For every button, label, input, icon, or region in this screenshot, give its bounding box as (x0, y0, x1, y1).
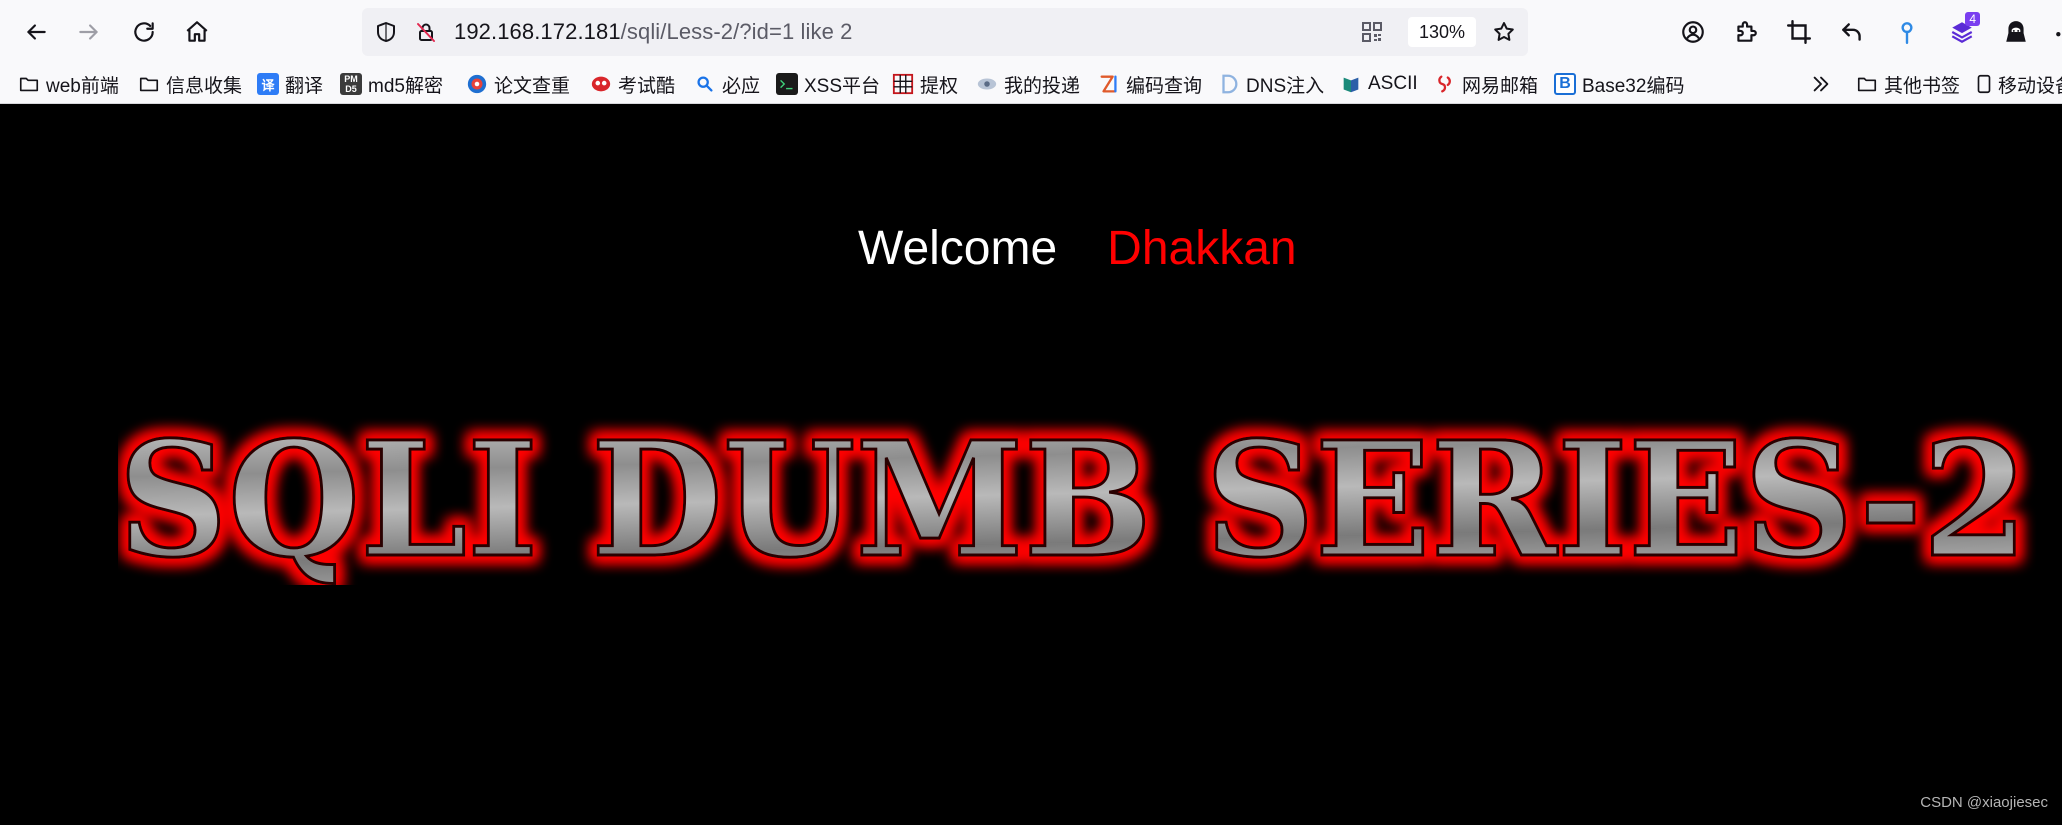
url-path: /sqli/Less-2/?id=1 like 2 (620, 19, 853, 44)
bookmark-info-collection[interactable]: 信息收集 (138, 70, 242, 98)
tracking-shield-icon[interactable] (372, 18, 400, 46)
insecure-lock-icon[interactable] (412, 18, 440, 46)
bookmark-label: DNS注入 (1246, 75, 1325, 97)
bookmark-base32[interactable]: B Base32编码 (1554, 70, 1684, 98)
folder-icon (18, 73, 40, 95)
bookmarks-overflow-button[interactable] (1810, 70, 1838, 98)
grid-icon (892, 73, 914, 95)
undo-arrow-icon (1842, 23, 1861, 41)
extension-badge: 4 (1965, 12, 1980, 26)
forward-arrow-icon (79, 24, 98, 40)
bookmarks-toolbar: web前端 信息收集 译 翻译 PM D5 md5解密 论文查重 考试酷 必应 X… (0, 64, 2062, 104)
home-button[interactable] (179, 14, 215, 50)
folder-icon (138, 73, 160, 95)
url-text[interactable]: 192.168.172.181/sqli/Less-2/?id=1 like 2 (454, 19, 852, 45)
bookmark-label: web前端 (46, 75, 119, 97)
welcome-word: Welcome (858, 222, 1058, 275)
search-icon (694, 73, 716, 95)
home-icon (186, 21, 208, 42)
bookmark-bing[interactable]: 必应 (694, 70, 760, 98)
bookmark-label: 提权 (920, 75, 959, 97)
mobile-device-icon (1976, 73, 1992, 95)
hacker-extension-icon (2006, 21, 2026, 42)
qr-code-icon[interactable] (1358, 18, 1386, 46)
bookmark-label: md5解密 (368, 75, 443, 97)
crop-icon (1786, 19, 1812, 45)
ascii-icon (1340, 73, 1362, 95)
bookmark-label: 网易邮箱 (1462, 75, 1539, 97)
extensions-button[interactable] (1728, 14, 1764, 50)
sqli-dumb-series-banner: SQLI DUMB SERIES-2 (118, 407, 2030, 586)
bookmark-label: 翻译 (285, 75, 324, 97)
bookmark-label: 考试酷 (618, 75, 676, 97)
navigation-toolbar: 192.168.172.181/sqli/Less-2/?id=1 like 2… (0, 0, 2062, 64)
folder-icon (1856, 73, 1878, 95)
bookmark-my-delivery[interactable]: 我的投递 (976, 70, 1080, 98)
bookmark-label: ASCII (1368, 73, 1418, 94)
page-content: Welcome Dhakkan SQLI DUMB SERIES-2 CSDN … (0, 105, 2062, 825)
address-bar[interactable]: 192.168.172.181/sqli/Less-2/?id=1 like 2… (362, 8, 1528, 56)
bookmark-label: Base32编码 (1582, 75, 1685, 97)
bookmark-dns-injection[interactable]: DNS注入 (1218, 70, 1324, 98)
mobile-bookmarks-folder[interactable]: 移动设备 (1976, 70, 2062, 98)
welcome-message: Welcome Dhakkan (858, 221, 1297, 277)
more-icon (2056, 32, 2061, 37)
bookmark-label: 信息收集 (166, 75, 243, 97)
location-pin-icon (1901, 22, 1913, 45)
bookmark-exam[interactable]: 考试酷 (590, 70, 675, 98)
browser-chrome: 192.168.172.181/sqli/Less-2/?id=1 like 2… (0, 0, 2062, 104)
eye-icon (976, 73, 998, 95)
reload-button[interactable] (126, 14, 162, 50)
translate-icon: 译 (257, 73, 279, 95)
bookmark-label: 编码查询 (1126, 75, 1203, 97)
dns-icon (1218, 73, 1240, 95)
md5-icon: PM D5 (340, 73, 362, 95)
base32-icon: B (1554, 73, 1576, 95)
terminal-icon (776, 73, 798, 95)
mobile-bookmarks-label: 移动设备 (1998, 75, 2062, 97)
bookmark-star-icon[interactable] (1490, 18, 1518, 46)
welcome-name: Dhakkan (1107, 222, 1297, 275)
bookmark-translate[interactable]: 译 翻译 (257, 70, 323, 98)
screenshot-button[interactable] (1781, 14, 1817, 50)
extensions-puzzle-icon (1737, 21, 1757, 42)
bookmark-label: 论文查重 (494, 75, 571, 97)
back-button[interactable] (18, 14, 54, 50)
other-bookmarks-folder[interactable]: 其他书签 (1856, 70, 1960, 98)
bookmark-netease-mail[interactable]: 网易邮箱 (1434, 70, 1538, 98)
account-icon (1682, 21, 1704, 43)
bookmark-md5[interactable]: PM D5 md5解密 (340, 70, 443, 98)
undo-button[interactable] (1834, 14, 1870, 50)
code-z-icon (1098, 73, 1120, 95)
bookmark-ascii[interactable]: ASCII (1340, 70, 1418, 98)
bookmark-xss-platform[interactable]: XSS平台 (776, 70, 880, 98)
forward-button[interactable] (71, 14, 107, 50)
hacker-extension-button[interactable] (1998, 14, 2034, 50)
bookmark-label: 我的投递 (1004, 75, 1081, 97)
paper-check-icon (466, 73, 488, 95)
netease-mail-icon (1434, 73, 1456, 95)
zoom-level-button[interactable]: 130% (1408, 17, 1476, 47)
bookmark-privilege[interactable]: 提权 (892, 70, 958, 98)
watermark: CSDN @xiaojiesec (1920, 794, 2048, 811)
bookmark-label: XSS平台 (804, 75, 881, 97)
layers-extension-button[interactable]: 4 (1944, 12, 1980, 50)
back-arrow-icon (27, 24, 46, 40)
pin-extension-button[interactable] (1889, 14, 1925, 50)
bookmark-encoding-lookup[interactable]: 编码查询 (1098, 70, 1202, 98)
bookmark-label: 必应 (722, 75, 761, 97)
chevron-double-right-icon (1810, 73, 1832, 95)
bookmark-paper-check[interactable]: 论文查重 (466, 70, 570, 98)
bookmark-web-frontend[interactable]: web前端 (18, 70, 119, 98)
account-button[interactable] (1675, 14, 1711, 50)
exam-icon (590, 73, 612, 95)
banner-text: SQLI DUMB SERIES-2 (118, 408, 2028, 585)
reload-icon (134, 22, 154, 42)
url-host: 192.168.172.181 (454, 19, 621, 44)
other-bookmarks-label: 其他书签 (1884, 75, 1961, 97)
overflow-menu-button[interactable] (2046, 14, 2062, 50)
